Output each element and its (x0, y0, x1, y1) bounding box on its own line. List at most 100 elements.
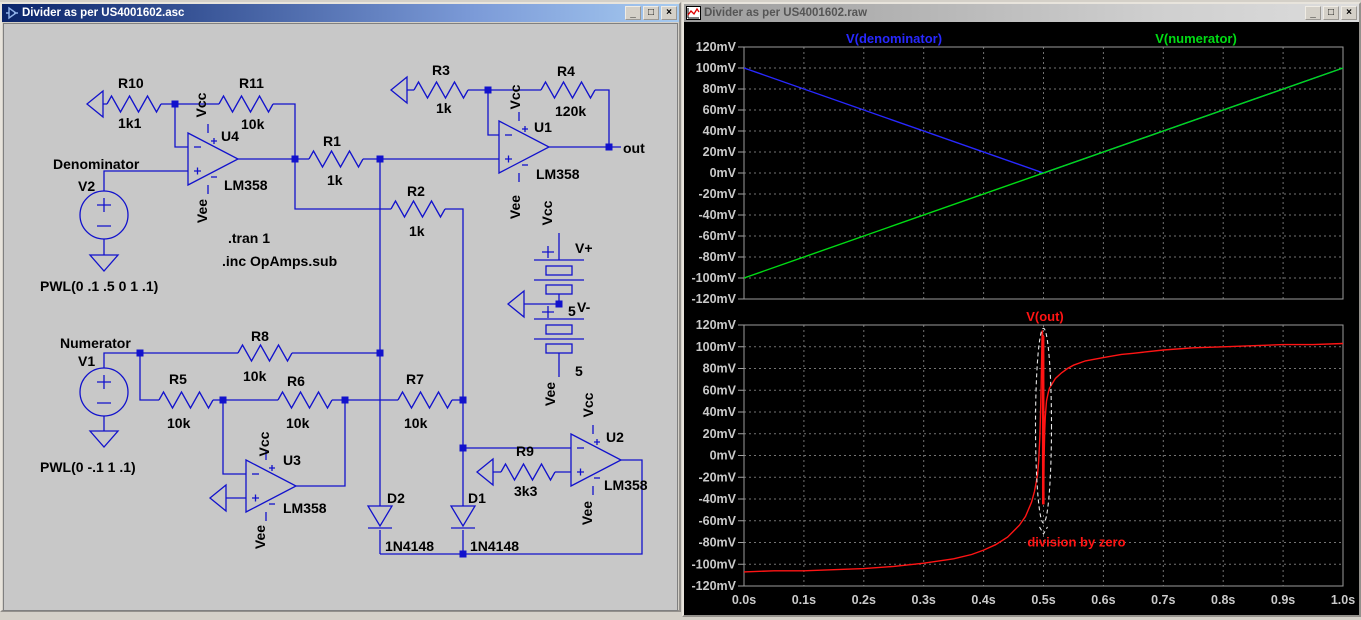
junction-node (485, 87, 492, 94)
y-tick-label: 120mV (696, 40, 737, 54)
resistor-R8[interactable] (238, 345, 292, 361)
ground-icon[interactable] (90, 431, 118, 447)
ground-icon[interactable] (508, 291, 524, 317)
label-vcc: Vcc (507, 84, 523, 109)
y-tick-label: -100mV (692, 271, 737, 285)
label-vee: Vee (507, 195, 523, 219)
wires-denominator-stage[interactable] (103, 104, 499, 400)
label-V2: V2 (78, 178, 95, 194)
y-tick-label: 40mV (703, 405, 737, 419)
schematic-window-icon[interactable] (4, 6, 19, 20)
label-U2-part: LM358 (604, 477, 648, 493)
y-tick-label: -80mV (698, 536, 736, 550)
y-tick-label: -20mV (698, 187, 736, 201)
resistor-R3[interactable] (414, 82, 468, 98)
waveform-window-icon[interactable] (686, 6, 701, 20)
annotation-label: division by zero (1027, 535, 1125, 550)
schematic-titlebar[interactable]: Divider as per US4001602.asc _ □ × (2, 4, 679, 22)
schematic-canvas[interactable]: R10 1k1 R11 10k R1 1k R3 1k R4 120k R2 1… (3, 23, 678, 611)
label-U1-part: LM358 (536, 166, 580, 182)
label-vcc: Vcc (539, 200, 555, 225)
y-tick-label: -60mV (698, 514, 736, 528)
plot-pane-top[interactable]: 120mV100mV80mV60mV40mV20mV0mV-20mV-40mV-… (692, 40, 1343, 306)
junction-node (220, 397, 227, 404)
y-tick-label: 80mV (703, 82, 737, 96)
ground-icon[interactable] (391, 77, 407, 103)
resistor-R11[interactable] (219, 96, 273, 112)
trace-title-numerator[interactable]: V(numerator) (1155, 31, 1237, 46)
label-V1-pwl: PWL(0 -.1 1 .1) (40, 459, 136, 475)
schematic-window-title: Divider as per US4001602.asc (22, 7, 622, 19)
label-denominator-net: Denominator (53, 156, 140, 172)
y-tick-label: -120mV (692, 579, 737, 593)
diode-D1[interactable] (451, 506, 475, 528)
y-tick-label: 60mV (703, 383, 737, 397)
minimize-button[interactable]: _ (1305, 6, 1321, 20)
junction-node (556, 301, 563, 308)
plot-pane-bottom[interactable]: 120mV100mV80mV60mV40mV20mV0mV-20mV-40mV-… (692, 318, 1356, 607)
source-V2[interactable] (80, 191, 128, 239)
x-tick-label: 0.4s (971, 593, 995, 607)
ground-icon[interactable] (477, 459, 493, 485)
label-R11: R11 (239, 75, 264, 91)
waveform-window-title: Divider as per US4001602.raw (704, 7, 1302, 19)
ground-icon[interactable] (210, 485, 226, 511)
trace-title-denominator[interactable]: V(denominator) (846, 31, 942, 46)
junction-node (137, 350, 144, 357)
resistor-R6[interactable] (278, 392, 332, 408)
junction-node (172, 101, 179, 108)
waveform-svg[interactable]: V(denominator) V(numerator) V(out) 120mV… (684, 22, 1359, 615)
resistor-R5[interactable] (159, 392, 213, 408)
y-tick-label: -40mV (698, 208, 736, 222)
resistor-R7[interactable] (398, 392, 452, 408)
ground-icon[interactable] (87, 91, 103, 117)
schematic-svg[interactable]: R10 1k1 R11 10k R1 1k R3 1k R4 120k R2 1… (4, 24, 677, 610)
label-R6-value: 10k (286, 415, 310, 431)
label-R2-value: 1k (409, 223, 425, 239)
label-U1: U1 (534, 119, 552, 135)
junction-node (377, 350, 384, 357)
resistor-R9[interactable] (501, 464, 555, 480)
directive-include: .inc OpAmps.sub (222, 253, 337, 269)
label-R7-value: 10k (404, 415, 428, 431)
maximize-button[interactable]: □ (1323, 6, 1339, 20)
label-R9: R9 (516, 443, 534, 459)
junction-node (606, 144, 613, 151)
maximize-button[interactable]: □ (643, 6, 659, 20)
y-tick-label: -60mV (698, 229, 736, 243)
diode-D2[interactable] (368, 506, 392, 528)
resistor-R4[interactable] (541, 82, 595, 98)
label-U3: U3 (283, 452, 301, 468)
label-R4: R4 (557, 63, 575, 79)
plot-area[interactable]: V(denominator) V(numerator) V(out) 120mV… (684, 22, 1359, 615)
label-R8: R8 (251, 328, 269, 344)
label-vee: Vee (194, 199, 210, 223)
label-R5: R5 (169, 371, 187, 387)
label-Vplus: V+ (575, 240, 593, 256)
y-tick-label: 60mV (703, 103, 737, 117)
x-tick-label: 0.3s (912, 593, 936, 607)
close-button[interactable]: × (661, 6, 677, 20)
minimize-button[interactable]: _ (625, 6, 641, 20)
y-tick-label: 20mV (703, 427, 737, 441)
junction-node (292, 156, 299, 163)
label-D2-value: 1N4148 (385, 538, 434, 554)
y-tick-label: -40mV (698, 492, 736, 506)
resistor-R1[interactable] (309, 151, 363, 167)
resistor-R10[interactable] (107, 96, 161, 112)
schematic-window: Divider as per US4001602.asc _ □ × (0, 2, 681, 612)
label-R1-value: 1k (327, 172, 343, 188)
x-tick-label: 0.5s (1031, 593, 1055, 607)
source-V1[interactable] (80, 368, 128, 416)
waveform-titlebar[interactable]: Divider as per US4001602.raw _ □ × (684, 4, 1359, 22)
label-R9-value: 3k3 (514, 483, 538, 499)
trace-title-out[interactable]: V(out) (1026, 309, 1064, 324)
x-tick-label: 0.8s (1211, 593, 1235, 607)
label-out-net: out (623, 140, 645, 156)
x-tick-label: 0.6s (1091, 593, 1115, 607)
resistor-R2[interactable] (391, 201, 445, 217)
close-button[interactable]: × (1341, 6, 1357, 20)
label-R6: R6 (287, 373, 305, 389)
y-tick-label: 0mV (710, 449, 737, 463)
ground-icon[interactable] (90, 255, 118, 271)
